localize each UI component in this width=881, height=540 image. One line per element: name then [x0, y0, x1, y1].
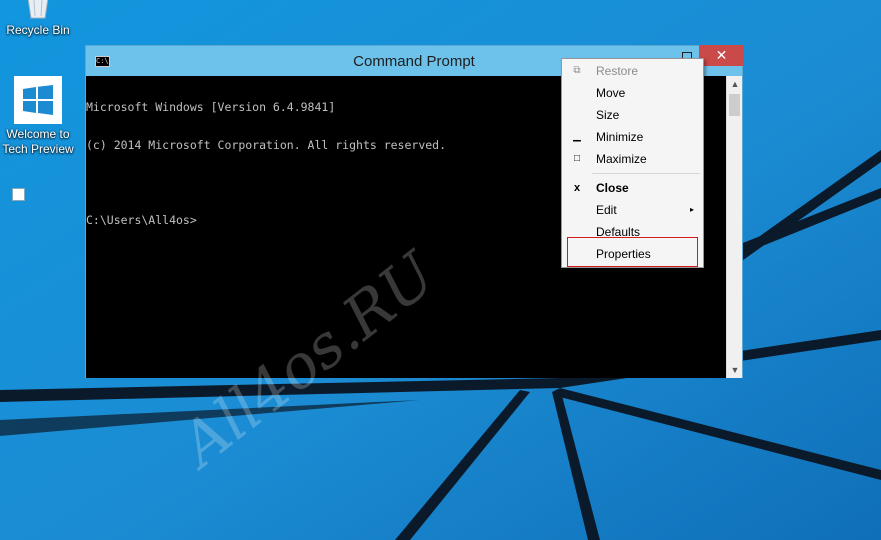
scroll-thumb[interactable] — [729, 94, 740, 116]
restore-icon: ⧉ — [573, 65, 581, 76]
menu-item-label: Move — [596, 86, 626, 100]
properties-highlight-box — [567, 237, 698, 267]
close-icon: x — [573, 182, 581, 194]
menu-item-label: Close — [596, 181, 629, 195]
submenu-arrow-icon: ▸ — [689, 205, 694, 214]
minimize-icon: ▁ — [573, 131, 581, 142]
menu-item-label: Minimize — [596, 130, 644, 144]
menu-item-maximize[interactable]: □ Maximize — [562, 148, 703, 170]
menu-item-label: Size — [596, 108, 620, 122]
menu-item-size[interactable]: Size — [562, 104, 703, 126]
recycle-bin-desktop-icon[interactable]: Recycle Bin — [0, 0, 76, 38]
recycle-bin-icon — [27, 0, 49, 19]
menu-item-close[interactable]: x Close — [562, 177, 703, 199]
scroll-up-arrow-icon[interactable]: ▲ — [727, 76, 743, 92]
scroll-down-arrow-icon[interactable]: ▼ — [727, 362, 743, 378]
menu-item-move[interactable]: Move — [562, 82, 703, 104]
menu-item-label: Maximize — [596, 152, 647, 166]
menu-separator — [592, 173, 700, 174]
close-button[interactable]: ✕ — [699, 45, 744, 66]
recycle-bin-label: Recycle Bin — [6, 23, 70, 37]
menu-item-edit[interactable]: Edit ▸ — [562, 199, 703, 221]
welcome-desktop-icon[interactable]: Welcome to Tech Preview — [0, 76, 76, 201]
welcome-tile — [14, 76, 62, 124]
welcome-label: Welcome to Tech Preview — [2, 127, 74, 156]
shortcut-arrow-icon — [12, 188, 25, 201]
menu-item-minimize[interactable]: ▁ Minimize — [562, 126, 703, 148]
menu-item-label: Edit — [596, 203, 617, 217]
menu-item-label: Restore — [596, 64, 639, 78]
menu-item-restore[interactable]: ⧉ Restore — [562, 60, 703, 82]
maximize-icon: □ — [573, 153, 581, 164]
vertical-scrollbar[interactable]: ▲ ▼ — [726, 76, 742, 378]
windows-logo-icon — [23, 85, 53, 115]
